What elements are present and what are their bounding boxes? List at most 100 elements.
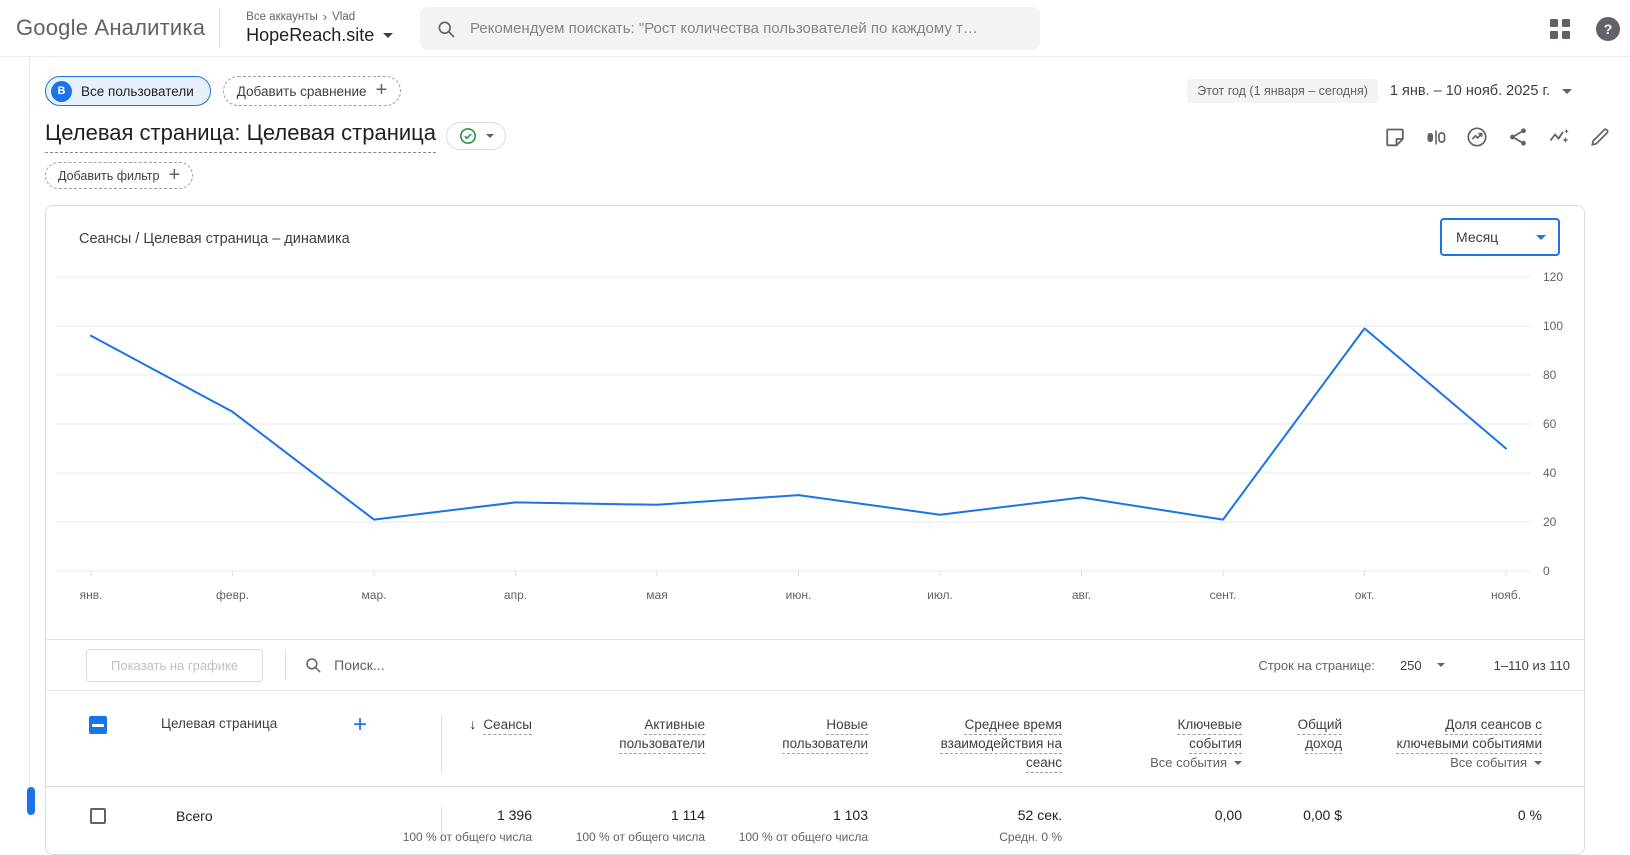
breadcrumb-accounts[interactable]: Все аккаунты (246, 11, 318, 23)
rows-per-page-label: Строк на странице: (1258, 658, 1375, 673)
search-placeholder: Рекомендуем поискать: "Рост количества п… (470, 20, 978, 37)
select-all-checkbox[interactable] (89, 716, 107, 734)
report-status-pill[interactable] (446, 122, 506, 150)
breadcrumb-account[interactable]: Vlad (332, 11, 355, 23)
date-range-picker[interactable]: Этот год (1 января – сегодня) 1 янв. – 1… (1187, 79, 1572, 103)
account-switcher[interactable]: Все аккаунты › Vlad HopeReach.site (246, 10, 393, 46)
select-caret-icon (1536, 235, 1546, 240)
help-glyph: ? (1604, 21, 1613, 37)
column-header-new-users[interactable]: Новые пользователи (782, 715, 868, 753)
nav-rail (0, 57, 30, 817)
add-column-button[interactable]: + (353, 711, 367, 739)
plus-icon: + (169, 165, 181, 185)
x-axis-label: окт. (1355, 588, 1375, 602)
x-axis-label: сент. (1210, 588, 1237, 602)
y-axis-label: 40 (1543, 466, 1557, 480)
comparison-icon[interactable] (1424, 125, 1448, 149)
add-comparison-label: Добавить сравнение (237, 84, 367, 99)
column-header-avg-engagement-time[interactable]: Среднее время взаимодействия на сеанс (941, 715, 1062, 772)
x-axis-label: февр. (216, 588, 249, 602)
x-axis-label: мар. (362, 588, 387, 602)
notes-icon[interactable] (1383, 125, 1407, 149)
column-header-session-key-event-rate[interactable]: Доля сеансов с ключевыми событиями (1397, 715, 1542, 753)
report-header: Целевая страница: Целевая страница (45, 120, 1612, 153)
global-search-input[interactable]: Рекомендуем поискать: "Рост количества п… (420, 7, 1040, 50)
apps-grid-icon[interactable] (1550, 19, 1570, 39)
totals-active-users-sub: 100 % от общего числа (576, 830, 705, 844)
totals-sessions: 1 396 (497, 807, 532, 823)
segment-bar: В Все пользователи Добавить сравнение + … (45, 75, 1572, 107)
column-header-sessions[interactable]: Сеансы (483, 715, 532, 734)
help-icon[interactable]: ? (1596, 17, 1620, 41)
totals-sessions-sub: 100 % от общего числа (403, 830, 532, 844)
totals-new-users: 1 103 (833, 807, 868, 823)
report-card: Сеансы / Целевая страница – динамика Мес… (45, 205, 1585, 855)
sparkline-insights-icon[interactable] (1547, 125, 1571, 149)
segment-label: Все пользователи (81, 84, 194, 99)
nav-scrollbar-thumb[interactable] (27, 787, 35, 815)
sort-desc-icon[interactable]: ↓ (469, 715, 476, 734)
add-comparison-chip[interactable]: Добавить сравнение + (223, 76, 402, 106)
column-header-total-revenue[interactable]: Общий доход (1298, 715, 1342, 753)
filter-caret-icon (1234, 761, 1242, 765)
x-axis-label: июн. (786, 588, 812, 602)
search-icon (304, 656, 322, 674)
pagination-status: 1–110 из 110 (1494, 658, 1570, 673)
status-caret-icon (486, 134, 494, 138)
date-preset-badge: Этот год (1 января – сегодня) (1187, 79, 1378, 103)
plus-icon: + (376, 80, 388, 100)
x-axis-label: авг. (1072, 588, 1091, 602)
session-key-event-rate-filter-label: Все события (1450, 755, 1527, 770)
page-title[interactable]: Целевая страница: Целевая страница (45, 120, 436, 153)
add-filter-chip[interactable]: Добавить фильтр + (45, 162, 193, 189)
rows-per-page-value[interactable]: 250 (1400, 658, 1422, 673)
chart-title: Сеансы / Целевая страница – динамика (79, 231, 350, 247)
column-header-key-events[interactable]: Ключевые события (1178, 715, 1243, 753)
y-axis-label: 100 (1543, 319, 1563, 333)
edit-pencil-icon[interactable] (1588, 125, 1612, 149)
totals-row-label: Всего (176, 808, 213, 824)
search-icon (436, 19, 456, 39)
column-header-active-users[interactable]: Активные пользователи (619, 715, 705, 753)
date-range-label: 1 янв. – 10 нояб. 2025 г. (1390, 83, 1550, 99)
check-circle-icon (458, 126, 478, 146)
x-axis-label: нояб. (1491, 588, 1521, 602)
key-events-filter[interactable]: Все события (1150, 753, 1242, 772)
show-on-chart-button[interactable]: Показать на графике (86, 649, 263, 682)
insights-circle-icon[interactable] (1465, 125, 1489, 149)
table-controls: Показать на графике Поиск... Строк на ст… (46, 639, 1584, 691)
table-search-input[interactable]: Поиск... (304, 656, 384, 674)
totals-key-events: 0,00 (1215, 807, 1242, 823)
totals-active-users: 1 114 (671, 807, 705, 823)
date-caret-icon (1562, 89, 1572, 94)
totals-avg-engagement-time: 52 сек. (1018, 807, 1062, 823)
totals-avg-engagement-time-sub: Средн. 0 % (999, 830, 1062, 844)
property-caret-icon (383, 33, 393, 38)
x-axis-label: апр. (504, 588, 527, 602)
app-logo: Google Аналитика (16, 15, 205, 41)
session-key-event-rate-filter[interactable]: Все события (1450, 753, 1542, 772)
totals-session-key-event-rate: 0 % (1518, 807, 1542, 823)
app-header: Google Аналитика Все аккаунты › Vlad Hop… (0, 0, 1630, 57)
sessions-trend-chart: 020406080100120янв.февр.мар.апр.маяиюн.и… (46, 261, 1584, 606)
dimension-header[interactable]: Целевая страница (161, 716, 277, 731)
filter-caret-icon (1534, 761, 1542, 765)
totals-total-revenue: 0,00 $ (1303, 807, 1342, 823)
rows-per-page-caret-icon[interactable] (1437, 663, 1445, 667)
x-axis-label: янв. (80, 588, 103, 602)
property-name[interactable]: HopeReach.site (246, 25, 374, 46)
y-axis-label: 20 (1543, 515, 1557, 529)
totals-new-users-sub: 100 % от общего числа (739, 830, 868, 844)
row-checkbox[interactable] (90, 808, 106, 824)
breadcrumb: Все аккаунты › Vlad (246, 10, 393, 23)
breadcrumb-chevron-icon: › (323, 10, 327, 23)
table-header-row: Целевая страница + ↓ Сеансы Активные пол… (46, 691, 1584, 787)
report-toolbar (1383, 125, 1612, 149)
table-search-placeholder: Поиск... (334, 657, 384, 673)
share-icon[interactable] (1506, 125, 1530, 149)
all-users-segment-chip[interactable]: В Все пользователи (45, 76, 211, 106)
table-totals-row: Всего 1 396 100 % от общего числа 1 114 … (46, 787, 1584, 844)
key-events-filter-label: Все события (1150, 755, 1227, 770)
granularity-select[interactable]: Месяц (1440, 218, 1560, 256)
controls-divider (285, 650, 286, 680)
